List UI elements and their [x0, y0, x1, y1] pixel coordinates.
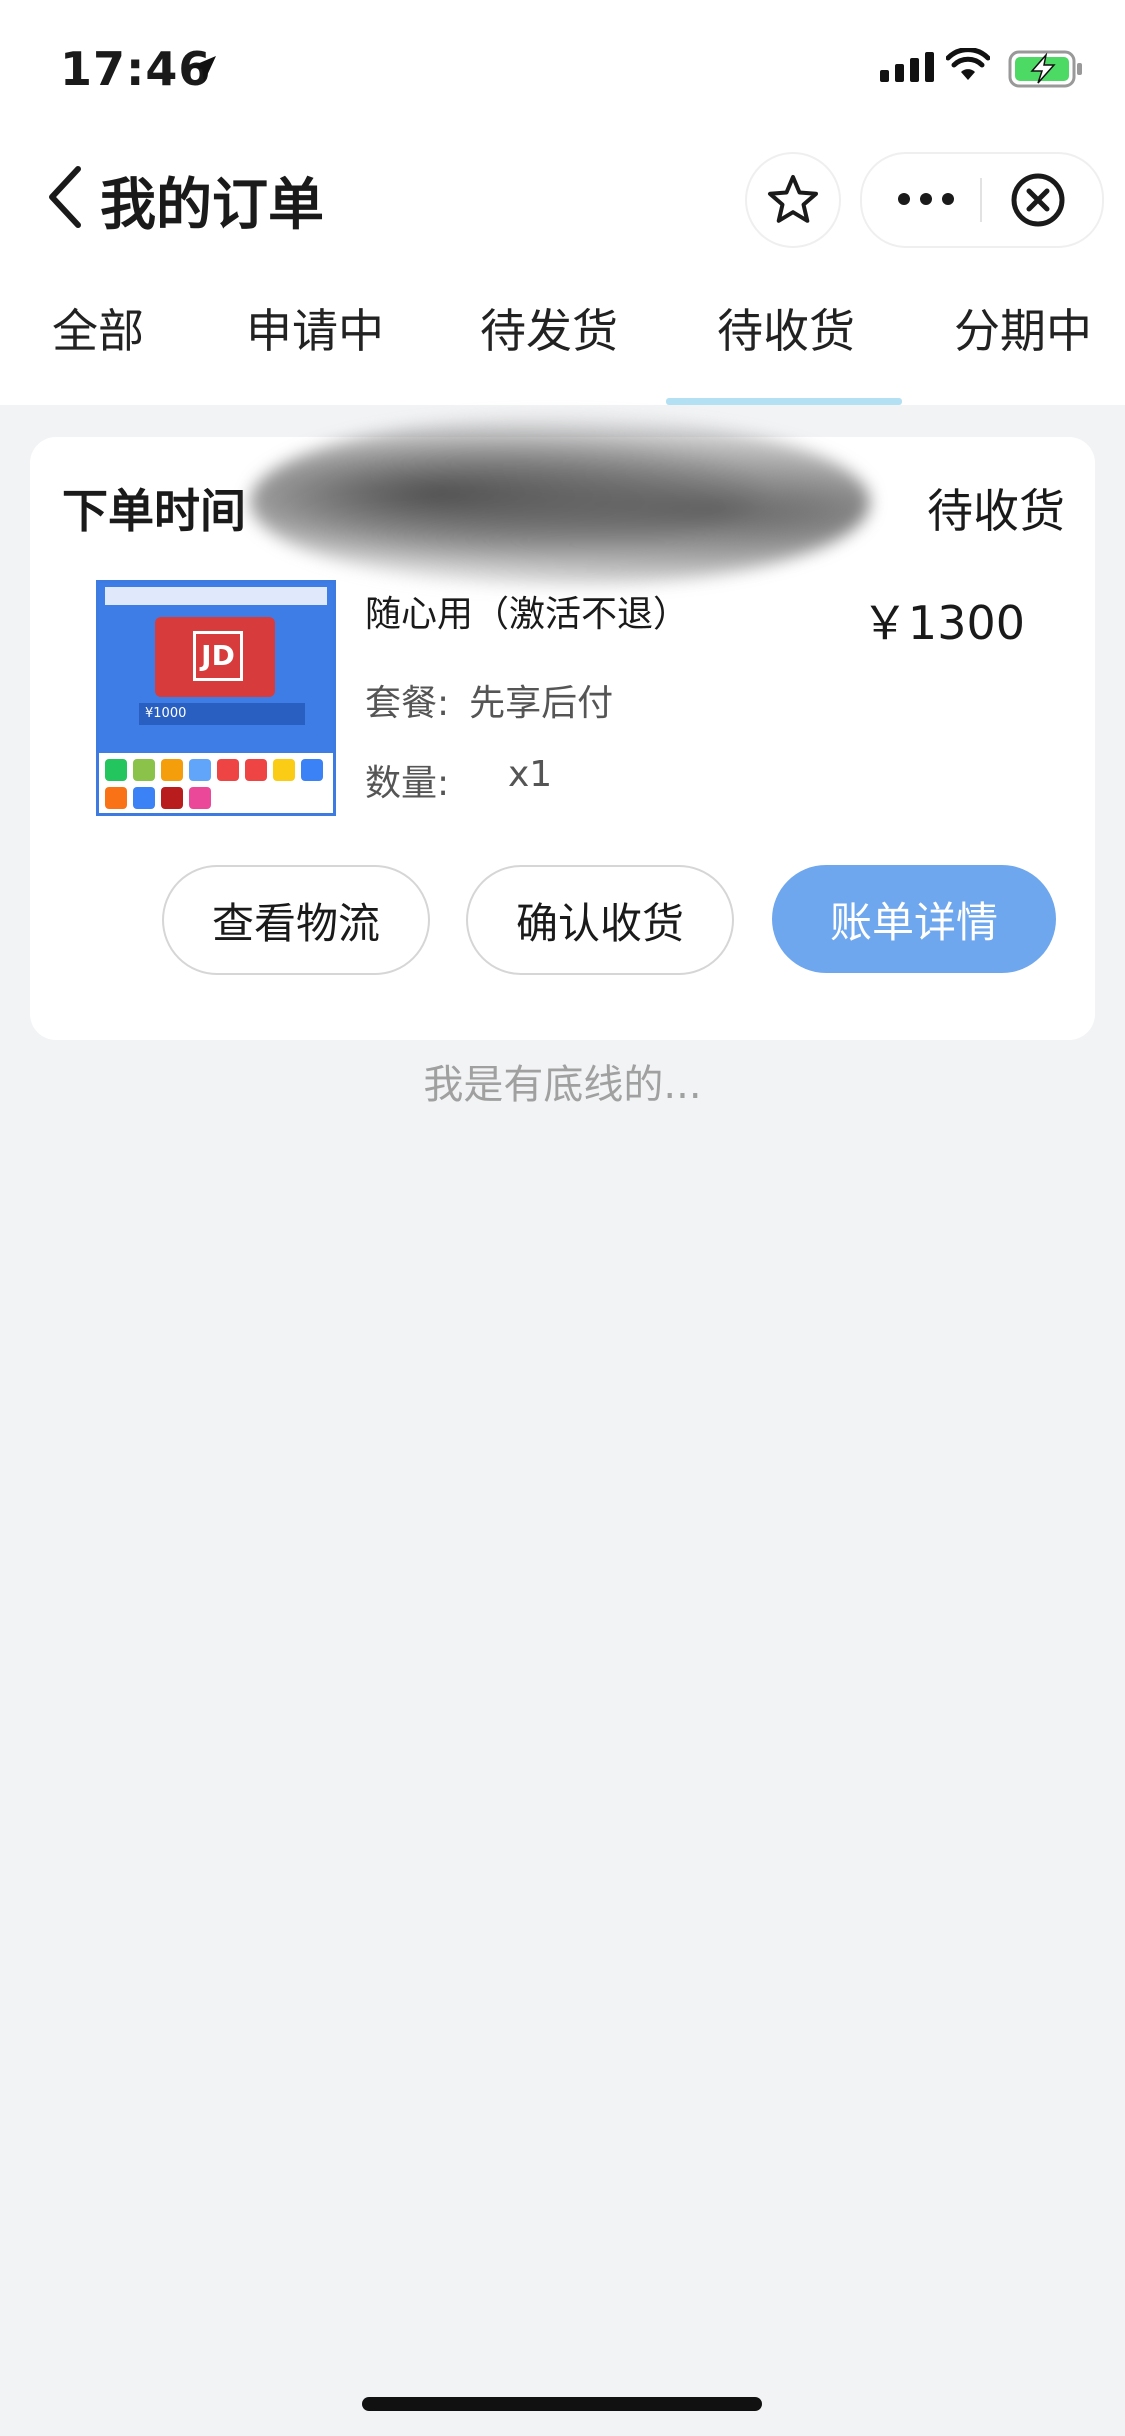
- tab-applying[interactable]: 申请中: [246, 295, 384, 361]
- product-image-price: ¥1000: [139, 703, 305, 725]
- view-logistics-button[interactable]: 查看物流: [162, 865, 430, 975]
- product-image-card: JD: [155, 617, 275, 697]
- package-value: 先享后付: [469, 683, 614, 724]
- redacted-order-time: [250, 417, 870, 587]
- confirm-receipt-button[interactable]: 确认收货: [466, 865, 734, 975]
- order-card[interactable]: 下单时间 待收货 JD ¥1000 随心用（激活不退） ￥1300 套餐: 先享后…: [30, 417, 1095, 1040]
- more-icon[interactable]: [896, 184, 956, 214]
- product-image-header: [105, 587, 327, 605]
- tab-installment[interactable]: 分期中: [954, 295, 1092, 361]
- end-of-list-text: 我是有底线的...: [423, 1062, 702, 1108]
- back-chevron-icon[interactable]: [44, 165, 84, 229]
- order-time-label: 下单时间: [62, 484, 246, 538]
- favorite-button[interactable]: [745, 152, 841, 248]
- order-tabs: 全部 申请中 待发货 待收货 分期中: [0, 295, 1125, 365]
- product-name: 随心用（激活不退）: [365, 594, 690, 635]
- order-status: 待收货: [927, 484, 1065, 538]
- tab-pending-shipment[interactable]: 待发货: [480, 295, 618, 361]
- battery-charging-icon: [1008, 50, 1082, 88]
- home-indicator[interactable]: [362, 2397, 762, 2411]
- bill-details-button[interactable]: 账单详情: [772, 865, 1056, 973]
- quantity-value: x1: [508, 754, 553, 795]
- package-label: 套餐:: [365, 683, 450, 724]
- capsule-divider: [980, 178, 982, 222]
- quantity-label: 数量:: [365, 763, 450, 804]
- tab-all[interactable]: 全部: [52, 295, 144, 361]
- package-row: 套餐: 先享后付: [365, 674, 613, 726]
- tab-pending-receipt[interactable]: 待收货: [717, 295, 855, 361]
- cellular-signal-icon: [880, 52, 934, 82]
- product-image-logo: JD: [193, 631, 243, 681]
- product-image-app-icons: [105, 759, 327, 809]
- star-icon: [768, 175, 818, 223]
- mini-program-capsule: [860, 152, 1104, 248]
- location-arrow-icon: [190, 56, 216, 82]
- wifi-icon: [946, 48, 990, 80]
- product-price: ￥1300: [861, 596, 1025, 650]
- active-tab-indicator: [666, 398, 902, 405]
- page-title: 我的订单: [100, 173, 324, 238]
- product-image[interactable]: JD ¥1000: [96, 580, 336, 816]
- close-icon[interactable]: [1010, 172, 1066, 228]
- product-image-band: [99, 733, 333, 753]
